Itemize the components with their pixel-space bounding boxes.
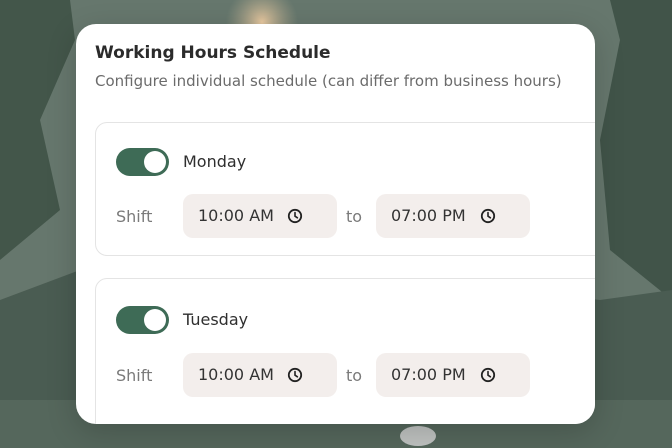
- day-name: Monday: [183, 152, 247, 171]
- shift-end-time-value: 07:00 PM: [391, 206, 466, 225]
- shift-label: Shift: [116, 366, 153, 385]
- shift-start-time-input[interactable]: 10:00 AM: [183, 194, 337, 238]
- day-panel-tuesday: Tuesday Shift 10:00 AM to 07:00 PM: [95, 278, 595, 424]
- working-hours-card: Working Hours Schedule Configure individ…: [76, 24, 595, 424]
- day-name: Tuesday: [183, 310, 249, 329]
- shift-start-time-input[interactable]: 10:00 AM: [183, 353, 337, 397]
- toggle-knob: [144, 151, 166, 173]
- toggle-knob: [144, 309, 166, 331]
- to-label: to: [346, 366, 363, 385]
- shift-end-time-input[interactable]: 07:00 PM: [376, 194, 530, 238]
- shift-end-time-input[interactable]: 07:00 PM: [376, 353, 530, 397]
- clock-icon[interactable]: [480, 208, 496, 224]
- card-subtitle: Configure individual schedule (can diffe…: [95, 72, 562, 90]
- shift-label: Shift: [116, 207, 153, 226]
- card-title: Working Hours Schedule: [95, 43, 331, 63]
- tuesday-toggle[interactable]: [116, 306, 169, 334]
- clock-icon[interactable]: [287, 367, 303, 383]
- clock-icon[interactable]: [287, 208, 303, 224]
- to-label: to: [346, 207, 363, 226]
- clock-icon[interactable]: [480, 367, 496, 383]
- monday-toggle[interactable]: [116, 148, 169, 176]
- shift-end-time-value: 07:00 PM: [391, 365, 466, 384]
- shift-start-time-value: 10:00 AM: [198, 365, 273, 384]
- day-panel-monday: Monday Shift 10:00 AM to 07:00 PM: [95, 122, 595, 256]
- shift-start-time-value: 10:00 AM: [198, 206, 273, 225]
